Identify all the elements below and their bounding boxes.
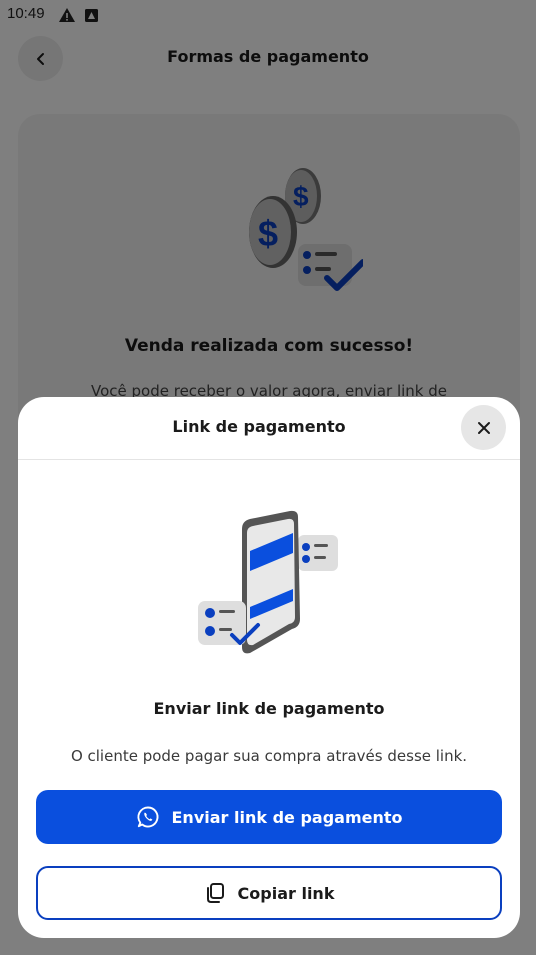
sheet-description: O cliente pode pagar sua compra através … — [70, 747, 468, 765]
send-payment-link-label: Enviar link de pagamento — [171, 807, 403, 827]
sheet-header: Link de pagamento — [18, 397, 520, 460]
whatsapp-icon — [136, 805, 160, 829]
copy-link-button[interactable]: Copiar link — [36, 866, 502, 920]
sheet-heading: Enviar link de pagamento — [153, 699, 385, 718]
sheet-title: Link de pagamento — [172, 417, 346, 436]
close-button[interactable] — [461, 405, 506, 450]
payment-link-sheet: Link de pagamento Enviar link de pagamen… — [18, 397, 520, 938]
copy-icon — [204, 882, 226, 904]
close-icon — [477, 421, 491, 435]
copy-link-label: Copiar link — [237, 883, 335, 903]
phone-checklist-illustration — [194, 509, 344, 659]
send-payment-link-button[interactable]: Enviar link de pagamento — [36, 790, 502, 844]
